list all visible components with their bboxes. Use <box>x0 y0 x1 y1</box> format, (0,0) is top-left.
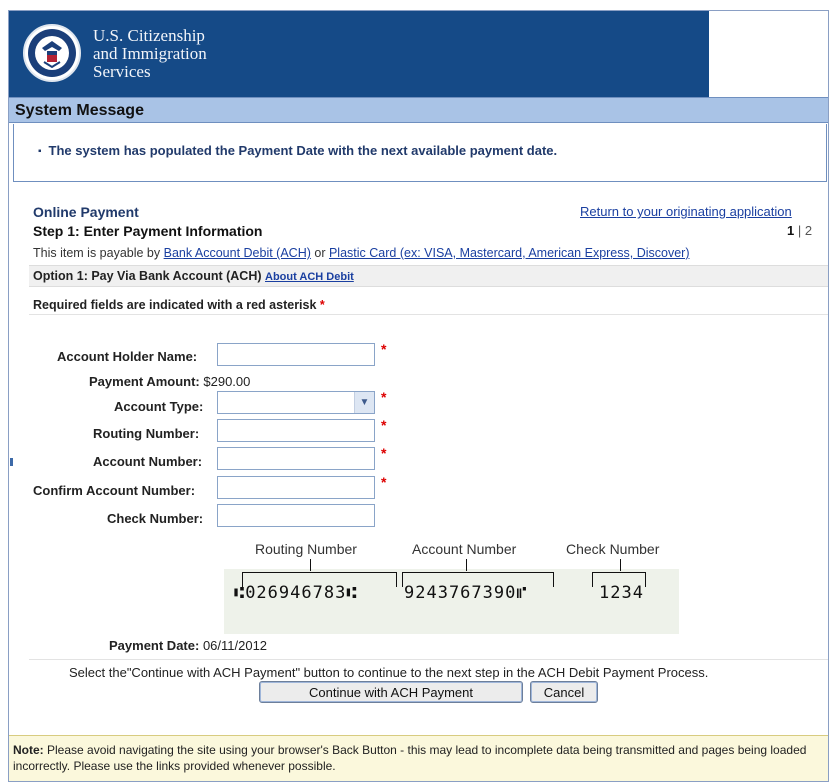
agency-name: U.S. Citizenship and Immigration Service… <box>93 27 207 81</box>
left-edge-marker <box>10 458 13 466</box>
system-message-title: System Message <box>9 97 828 123</box>
note-text: Please avoid navigating the site using y… <box>13 743 807 773</box>
payment-date-label: Payment Date: <box>109 638 200 653</box>
agency-line-1: U.S. Citizenship <box>93 26 205 45</box>
option-1-title: Option 1: Pay Via Bank Account (ACH) <box>33 269 262 283</box>
account-number-input[interactable] <box>217 447 375 470</box>
return-to-application-link[interactable]: Return to your originating application <box>580 204 792 219</box>
account-number-required: * <box>381 445 387 461</box>
chevron-down-icon[interactable]: ▼ <box>354 392 374 413</box>
agency-line-2: and Immigration <box>93 44 207 63</box>
confirm-account-number-input[interactable] <box>217 476 375 499</box>
check-micr: 1234 <box>599 583 644 603</box>
payable-prefix: This item is payable by <box>33 246 164 260</box>
divider <box>29 314 828 315</box>
step-indicator: 1 | 2 <box>787 223 812 238</box>
account-pointer <box>466 559 467 571</box>
bank-account-debit-link[interactable]: Bank Account Debit (ACH) <box>164 246 311 260</box>
dhs-seal-icon <box>23 24 81 82</box>
routing-pointer <box>310 559 311 571</box>
uscis-banner: U.S. Citizenship and Immigration Service… <box>9 11 709 97</box>
required-note-text: Required fields are indicated with a red… <box>33 298 317 312</box>
confirm-account-number-label: Confirm Account Number: <box>33 483 196 498</box>
payment-date-field: Payment Date: 06/11/2012 <box>109 638 267 653</box>
routing-micr: ⑆026946783⑆ <box>234 583 358 603</box>
cancel-button[interactable]: Cancel <box>530 681 598 703</box>
routing-number-caption: Routing Number <box>255 541 357 557</box>
check-pointer <box>620 559 621 571</box>
section-title: Online Payment <box>33 204 139 220</box>
payment-amount-value: $290.00 <box>203 374 251 389</box>
account-number-caption: Account Number <box>412 541 517 557</box>
account-holder-required: * <box>381 341 387 357</box>
payable-by-text: This item is payable by Bank Account Deb… <box>33 246 690 260</box>
option-1-bar: Option 1: Pay Via Bank Account (ACH) Abo… <box>29 265 828 287</box>
routing-number-required: * <box>381 417 387 433</box>
routing-number-label: Routing Number: <box>93 426 200 441</box>
account-holder-label: Account Holder Name: <box>57 349 198 364</box>
navigation-note: Note: Please avoid navigating the site u… <box>9 735 828 781</box>
about-ach-debit-link[interactable]: About ACH Debit <box>265 271 354 283</box>
account-holder-input[interactable] <box>217 343 375 366</box>
continue-instruction: Select the"Continue with ACH Payment" bu… <box>69 665 709 680</box>
divider <box>29 659 828 660</box>
confirm-account-number-required: * <box>381 474 387 490</box>
continue-ach-payment-button[interactable]: Continue with ACH Payment <box>259 681 523 703</box>
note-label: Note: <box>13 743 44 757</box>
check-number-caption: Check Number <box>566 541 660 557</box>
plastic-card-link[interactable]: Plastic Card (ex: VISA, Mastercard, Amer… <box>329 246 690 260</box>
step-separator: | <box>794 223 805 238</box>
account-type-label: Account Type: <box>114 399 204 414</box>
page-frame: U.S. Citizenship and Immigration Service… <box>8 10 829 782</box>
account-type-required: * <box>381 389 387 405</box>
payable-or: or <box>310 246 329 260</box>
system-message-text: The system has populated the Payment Dat… <box>38 143 558 158</box>
account-number-label: Account Number: <box>93 454 203 469</box>
required-asterisk: * <box>319 298 325 312</box>
system-message-box: The system has populated the Payment Dat… <box>13 124 827 182</box>
account-micr: 9243767390⑈ <box>404 583 528 603</box>
agency-line-3: Services <box>93 62 151 81</box>
required-fields-note: Required fields are indicated with a red… <box>33 298 325 312</box>
step-title: Step 1: Enter Payment Information <box>33 223 263 239</box>
account-type-select[interactable]: ▼ <box>217 391 375 414</box>
step-next: 2 <box>804 223 813 238</box>
routing-number-input[interactable] <box>217 419 375 442</box>
check-number-label: Check Number: <box>107 511 204 526</box>
check-number-input[interactable] <box>217 504 375 527</box>
payment-date-value: 06/11/2012 <box>202 638 268 653</box>
payment-amount-label: Payment Amount: <box>89 374 200 389</box>
payment-amount-field: Payment Amount: $290.00 <box>89 374 250 389</box>
